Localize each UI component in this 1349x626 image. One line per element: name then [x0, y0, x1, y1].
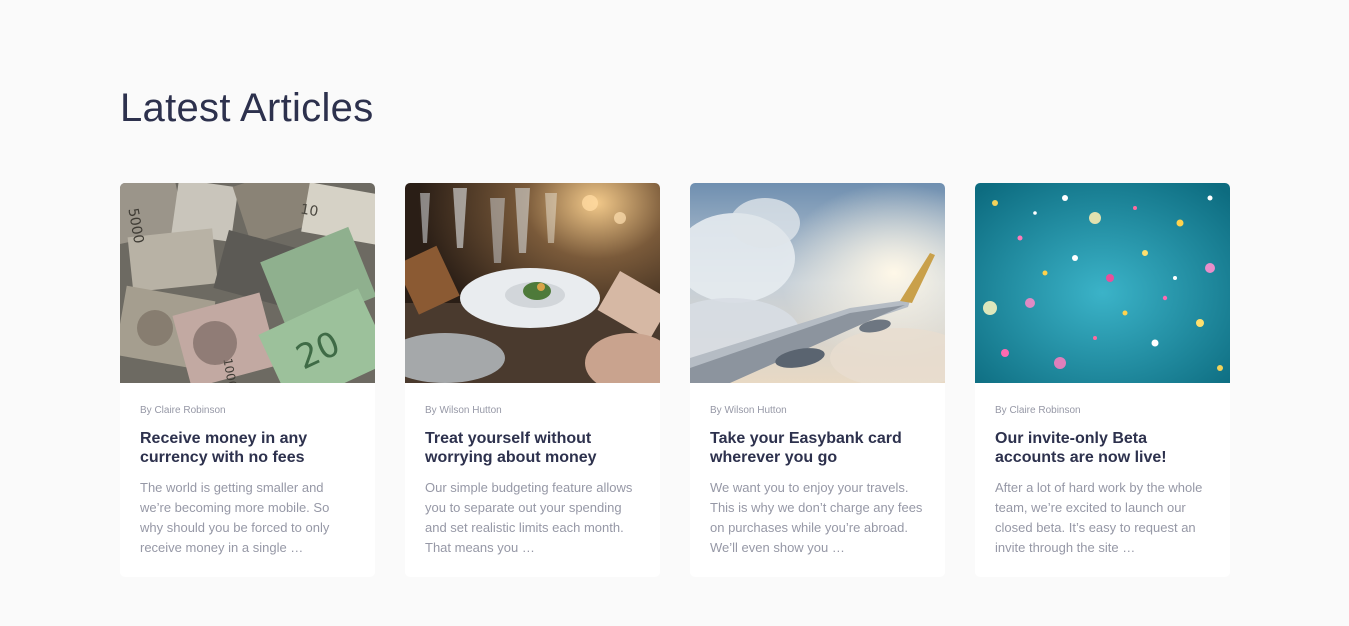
article-body: By Claire Robinson Our invite-only Beta … [975, 383, 1230, 558]
article-image-confetti [975, 183, 1230, 383]
article-excerpt: We want you to enjoy your travels. This … [710, 480, 923, 555]
article-author: By Claire Robinson [140, 405, 226, 416]
article-body: By Wilson Hutton Treat yourself without … [405, 383, 660, 558]
article-title[interactable]: Our invite-only Beta accounts are now li… [995, 429, 1210, 467]
article-card-currency[interactable]: 20 10 5000 1000 By Claire Robinson Recei… [120, 183, 375, 577]
svg-text:10: 10 [299, 201, 319, 220]
article-card-plane[interactable]: By Wilson Hutton Take your Easybank card… [690, 183, 945, 577]
article-body: By Wilson Hutton Take your Easybank card… [690, 383, 945, 558]
article-title[interactable]: Take your Easybank card wherever you go [710, 429, 925, 467]
article-excerpt: The world is getting smaller and we’re b… [140, 480, 330, 555]
article-image-currency: 20 10 5000 1000 [120, 183, 375, 383]
article-body: By Claire Robinson Receive money in any … [120, 383, 375, 558]
article-title[interactable]: Treat yourself without worrying about mo… [425, 429, 640, 467]
article-author: By Wilson Hutton [425, 405, 502, 416]
article-image-restaurant [405, 183, 660, 383]
article-title[interactable]: Receive money in any currency with no fe… [140, 429, 355, 467]
article-card-confetti[interactable]: By Claire Robinson Our invite-only Beta … [975, 183, 1230, 577]
article-card-restaurant[interactable]: By Wilson Hutton Treat yourself without … [405, 183, 660, 577]
article-author: By Wilson Hutton [710, 405, 787, 416]
articles-grid: 20 10 5000 1000 By Claire Robinson Recei… [120, 183, 1230, 577]
section-title: Latest Articles [120, 86, 374, 130]
article-excerpt: After a lot of hard work by the whole te… [995, 480, 1203, 555]
article-excerpt: Our simple budgeting feature allows you … [425, 480, 633, 555]
article-author: By Claire Robinson [995, 405, 1081, 416]
article-image-plane [690, 183, 945, 383]
